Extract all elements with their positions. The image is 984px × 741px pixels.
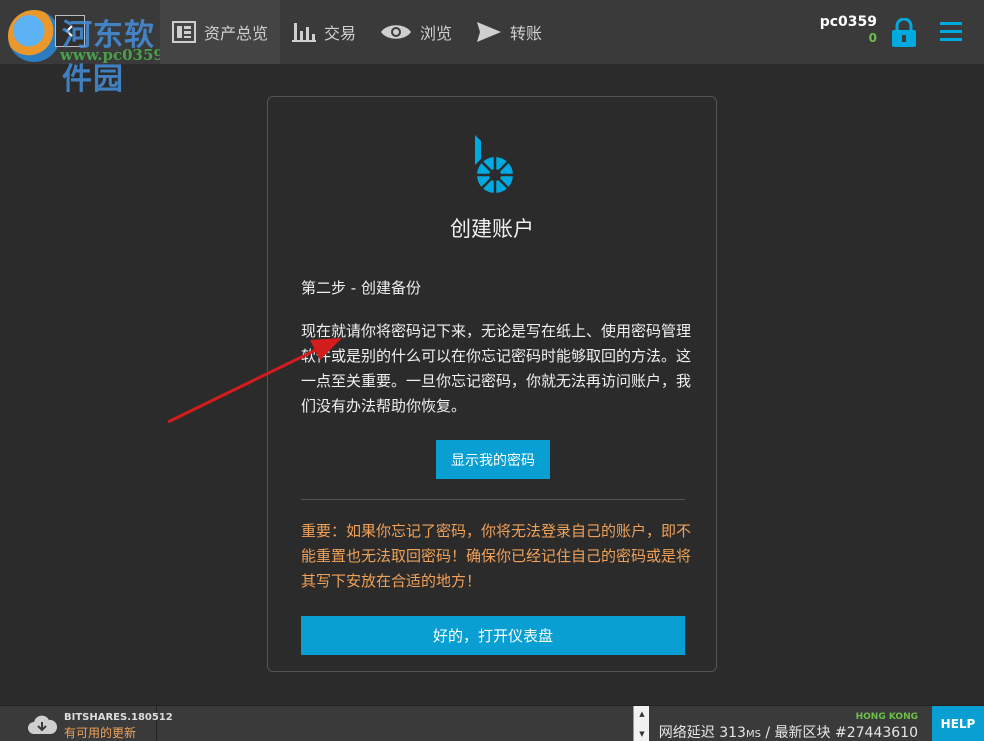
network-status: HONG KONG 网络延迟 313MS / 最新区块 #27443610 xyxy=(659,706,918,741)
latency-unit: MS xyxy=(745,729,761,740)
nav-item-label: 交易 xyxy=(324,24,357,43)
node-location: HONG KONG xyxy=(855,712,918,722)
account-name: pc0359 xyxy=(819,14,877,30)
hamburger-menu-icon[interactable] xyxy=(940,22,962,42)
latency-value: 313 xyxy=(719,725,746,741)
latency-label: 网络延迟 xyxy=(658,725,715,741)
open-dashboard-button[interactable]: 好的，打开仪表盘 xyxy=(301,616,685,655)
nav-item-label: 浏览 xyxy=(420,24,453,43)
eye-icon xyxy=(381,25,412,39)
warning-text: 重要：如果你忘记了密码，你将无法登录自己的账户，即不能重置也无法取回密码！确保你… xyxy=(301,522,692,590)
bar-chart-icon xyxy=(292,23,317,42)
brand-area: 河东软件园 www.pc0359.cn xyxy=(0,0,189,97)
step-heading: 第二步 - 创建备份 xyxy=(301,279,421,297)
account-balance: 0 xyxy=(868,31,877,45)
divider xyxy=(301,499,685,500)
help-button[interactable]: HELP xyxy=(932,706,984,741)
nav-item-explore[interactable]: 浏览 xyxy=(368,0,464,64)
top-bar: 河东软件园 www.pc0359.cn 资产总览 交易 浏览 转账 pc0359… xyxy=(0,0,984,97)
scroll-up-icon[interactable]: ▲ xyxy=(634,708,650,720)
lock-icon[interactable] xyxy=(891,18,917,48)
update-available-text: 有可用的更新 xyxy=(64,726,137,740)
main-nav: 资产总览 交易 浏览 转账 xyxy=(160,0,554,64)
send-icon xyxy=(477,22,502,42)
bitshares-logo-icon xyxy=(475,135,513,193)
nav-item-label: 资产总览 xyxy=(204,24,269,43)
footer-scrollbar[interactable]: ▲ ▼ xyxy=(633,706,649,741)
block-value: #27443610 xyxy=(835,725,918,741)
annotation-arrow-icon xyxy=(167,338,342,424)
nav-item-transfer[interactable]: 转账 xyxy=(464,0,554,64)
account-info[interactable]: pc0359 0 xyxy=(820,14,877,45)
watermark-logo-icon xyxy=(8,10,60,62)
nav-item-dashboard[interactable]: 资产总览 xyxy=(160,0,281,64)
scroll-down-icon[interactable]: ▼ xyxy=(634,728,650,740)
card-title: 创建账户 xyxy=(450,217,534,241)
block-label: / 最新区块 xyxy=(765,725,831,741)
dashboard-icon xyxy=(172,21,196,43)
update-notice[interactable]: BITSHARES.180512 有可用的更新 xyxy=(0,706,173,741)
backup-description: 现在就请你将密码记下来，无论是写在纸上、使用密码管理软件或是别的什么可以在你忘记… xyxy=(301,322,692,415)
cloud-download-icon xyxy=(28,715,57,734)
network-info: 网络延迟 313MS / 最新区块 #27443610 xyxy=(659,722,918,741)
nav-item-label: 转账 xyxy=(510,24,543,43)
show-password-button[interactable]: 显示我的密码 xyxy=(436,440,550,479)
nav-item-exchange[interactable]: 交易 xyxy=(280,0,368,64)
footer-bar: BITSHARES.180512 有可用的更新 ▲ ▼ HONG KONG 网络… xyxy=(0,705,984,741)
version-label: BITSHARES.180512 xyxy=(64,712,173,723)
